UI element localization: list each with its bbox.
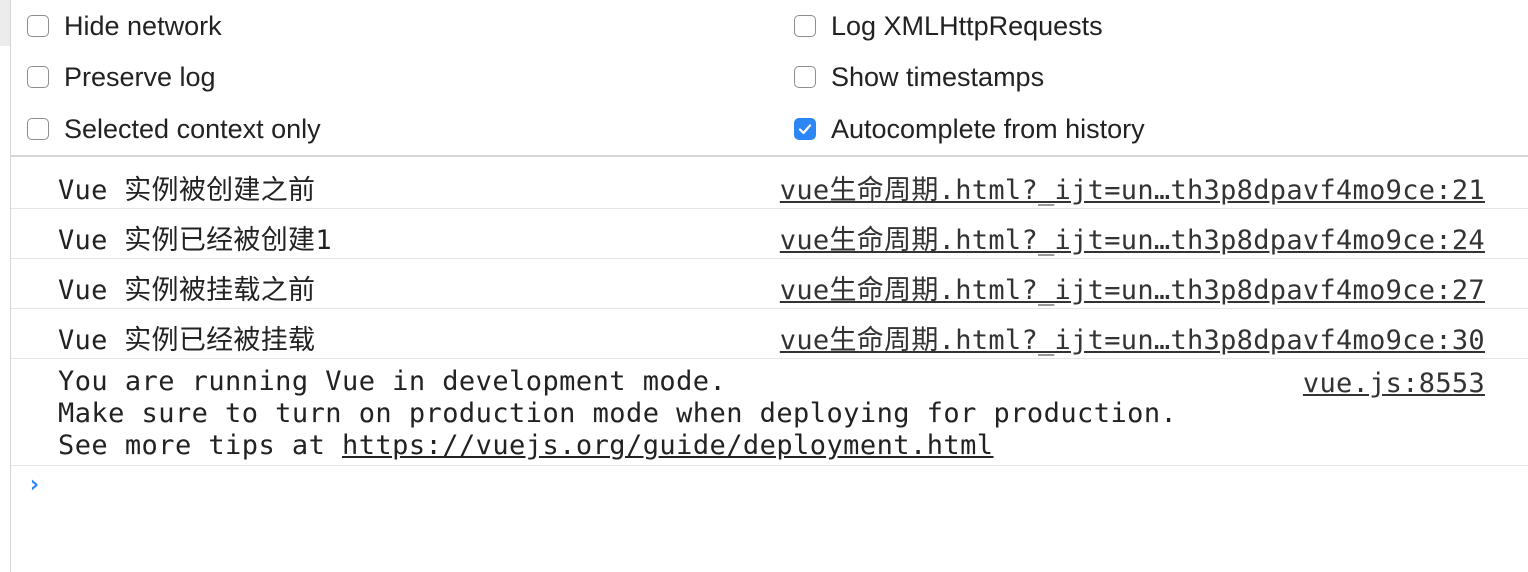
selected-context-only-label: Selected context only <box>64 113 321 144</box>
console-messages: Vue 实例被创建之前 vue生命周期.html?_ijt=un…th3p8dp… <box>11 157 1528 572</box>
setting-log-xhr[interactable]: Log XMLHttpRequests <box>794 0 1103 52</box>
autocomplete-history-checkbox[interactable] <box>794 118 816 140</box>
autocomplete-history-label: Autocomplete from history <box>831 113 1145 144</box>
dev-mode-line-3: See more tips at https://vuejs.org/guide… <box>58 430 1177 462</box>
console-prompt-input[interactable] <box>57 466 1521 508</box>
hide-network-checkbox[interactable] <box>27 15 49 37</box>
show-timestamps-checkbox[interactable] <box>794 66 816 88</box>
left-panel-edge <box>0 0 11 572</box>
log-xhr-checkbox[interactable] <box>794 15 816 37</box>
chevron-right-icon: › <box>27 470 42 498</box>
console-message-source-link[interactable]: vue生命周期.html?_ijt=un…th3p8dpavf4mo9ce:24 <box>780 218 1485 257</box>
dev-mode-source-link[interactable]: vue.js:8553 <box>1303 368 1485 399</box>
log-xhr-label: Log XMLHttpRequests <box>831 10 1103 41</box>
console-message-dev-mode: You are running Vue in development mode.… <box>11 359 1528 466</box>
preserve-log-label: Preserve log <box>64 61 216 92</box>
selected-context-only-checkbox[interactable] <box>27 118 49 140</box>
preserve-log-checkbox[interactable] <box>27 66 49 88</box>
setting-autocomplete-history[interactable]: Autocomplete from history <box>794 103 1145 155</box>
console-message-text: Vue 实例被创建之前 <box>58 175 316 206</box>
setting-hide-network[interactable]: Hide network <box>27 0 222 52</box>
console-settings-panel: Hide network Preserve log Selected conte… <box>11 0 1528 157</box>
console-message: Vue 实例被创建之前 vue生命周期.html?_ijt=un…th3p8dp… <box>11 157 1528 209</box>
console-message: Vue 实例已经被挂载 vue生命周期.html?_ijt=un…th3p8dp… <box>11 309 1528 359</box>
console-message-source-link[interactable]: vue生命周期.html?_ijt=un…th3p8dpavf4mo9ce:27 <box>780 268 1485 307</box>
setting-preserve-log[interactable]: Preserve log <box>27 51 216 103</box>
dev-mode-message-body: You are running Vue in development mode.… <box>58 366 1177 462</box>
deployment-guide-link[interactable]: https://vuejs.org/guide/deployment.html <box>342 430 994 461</box>
setting-show-timestamps[interactable]: Show timestamps <box>794 51 1044 103</box>
console-message: Vue 实例被挂载之前 vue生命周期.html?_ijt=un…th3p8dp… <box>11 259 1528 309</box>
dev-mode-line-2: Make sure to turn on production mode whe… <box>58 398 1178 429</box>
checkmark-icon <box>798 124 812 135</box>
dev-mode-line-1: You are running Vue in development mode. <box>58 366 727 397</box>
console-message-source-link[interactable]: vue生命周期.html?_ijt=un…th3p8dpavf4mo9ce:21 <box>780 168 1485 207</box>
left-panel-edge-highlight <box>0 0 10 46</box>
dev-mode-line-3-prefix: See more tips at <box>58 430 342 461</box>
console-message-text: Vue 实例已经被创建1 <box>58 225 332 256</box>
show-timestamps-label: Show timestamps <box>831 61 1045 92</box>
hide-network-label: Hide network <box>64 10 222 41</box>
console-message-text: Vue 实例已经被挂载 <box>58 325 316 356</box>
console-message-source-link[interactable]: vue生命周期.html?_ijt=un…th3p8dpavf4mo9ce:30 <box>780 318 1485 357</box>
console-message-text: Vue 实例被挂载之前 <box>58 275 316 306</box>
console-message: Vue 实例已经被创建1 vue生命周期.html?_ijt=un…th3p8d… <box>11 209 1528 259</box>
setting-selected-context-only[interactable]: Selected context only <box>27 103 321 155</box>
